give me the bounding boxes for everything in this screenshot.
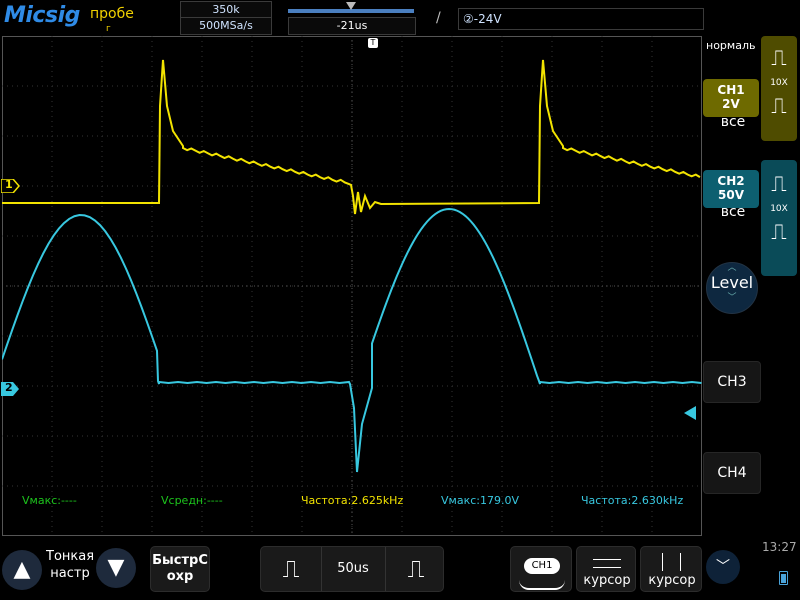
- pulse-narrow-icon: ⎍: [771, 46, 787, 71]
- right-panel: нормаль CH1 2V все ⎍ 10X ⎍ CH2 50V все ⎍…: [684, 36, 800, 536]
- pulse-narrow-icon: ⎍: [771, 94, 787, 119]
- cursor-channel-button[interactable]: CH1: [510, 546, 572, 592]
- ch4-button[interactable]: CH4: [703, 452, 761, 494]
- ch1-probe-panel[interactable]: ⎍ 10X ⎍: [761, 36, 797, 141]
- cursor-vline-icon: [680, 553, 681, 571]
- ch1-vmax-measure: Vмакс:----: [22, 494, 77, 507]
- ch1-waveform: [2, 59, 701, 215]
- ch2-trigger-level-marker[interactable]: [684, 406, 696, 420]
- waveform-display[interactable]: 1 2 T Vмакс:---- Vсредн:---- Частота:2.6…: [0, 36, 702, 536]
- position-marker-icon: [346, 2, 356, 10]
- quick-save-line2: охр: [166, 569, 194, 584]
- ch2-scale: 50V: [718, 188, 744, 202]
- quick-save-line1: БыстрС: [152, 553, 208, 568]
- ch1-coupling[interactable]: все: [705, 114, 761, 130]
- level-knob[interactable]: ︿ Level ﹀: [706, 262, 758, 314]
- ch1-scale-button[interactable]: CH1 2V: [703, 79, 759, 117]
- ch1-name: CH1: [717, 83, 745, 97]
- top-bar: Micsig пробе г 350k 500MSa/s -21us / ②-2…: [0, 0, 800, 36]
- ch1-marker-label: 1: [5, 178, 13, 191]
- mode-label-2: г: [106, 24, 111, 34]
- clock: 13:27: [762, 540, 797, 554]
- ch1-scale: 2V: [722, 97, 740, 111]
- fine-adjust-label[interactable]: Тонкая настр: [46, 548, 94, 600]
- mode-label[interactable]: пробе: [90, 6, 134, 22]
- ch2-probe: 10X: [770, 204, 788, 214]
- ch2-name: CH2: [717, 174, 745, 188]
- grid-lines: [2, 36, 702, 536]
- arrow-down-icon[interactable]: ▼: [96, 548, 136, 588]
- level-label: Level: [710, 273, 754, 292]
- chevron-down-icon[interactable]: ﹀: [706, 550, 740, 584]
- cursor-horizontal-button[interactable]: курсор: [576, 546, 636, 592]
- trigger-mode[interactable]: нормаль: [706, 39, 755, 52]
- ch2-vmax-measure: Vмакс:179.0V: [441, 494, 519, 507]
- cursor-ch-indicator: [519, 580, 565, 590]
- ch2-coupling[interactable]: все: [705, 204, 761, 220]
- cursor-channel-badge: CH1: [524, 558, 560, 574]
- time-position[interactable]: -21us: [288, 17, 416, 35]
- ch2-freq-measure: Частота:2.630kHz: [581, 494, 684, 507]
- cursor-vertical-button[interactable]: курсор: [640, 546, 702, 592]
- ch1-marker[interactable]: 1: [0, 178, 21, 194]
- cursor-hline-icon: [593, 559, 621, 560]
- timebase-value[interactable]: 50us: [321, 547, 385, 591]
- ch2-probe-panel[interactable]: ⎍ 10X ⎍: [761, 160, 797, 276]
- ch2-marker[interactable]: 2: [1, 381, 21, 396]
- trigger-marker-icon[interactable]: T: [368, 38, 378, 48]
- trigger-level[interactable]: ②-24V: [458, 8, 704, 30]
- cursor-vline-icon: [662, 553, 663, 571]
- chevron-up-icon: ︿: [727, 263, 737, 273]
- pulse-narrow-icon[interactable]: ⎍: [261, 547, 322, 591]
- cursor-hline-icon: [593, 567, 621, 568]
- pulse-narrow-icon: ⎍: [771, 172, 787, 197]
- pulse-narrow-icon: ⎍: [771, 220, 787, 245]
- sample-rate[interactable]: 500MSa/s: [180, 17, 272, 35]
- cursor-horizontal-label: курсор: [583, 573, 631, 588]
- brand-logo: Micsig: [4, 3, 80, 28]
- ch1-probe: 10X: [770, 78, 788, 88]
- trigger-slope-icon[interactable]: /: [436, 10, 441, 26]
- ch3-button[interactable]: CH3: [703, 361, 761, 403]
- waveform-svg: [2, 36, 702, 536]
- timebase-control[interactable]: ⎍ 50us ⎍: [260, 546, 444, 592]
- arrow-up-icon[interactable]: ▲: [2, 550, 42, 590]
- cursor-vertical-label: курсор: [648, 573, 696, 588]
- pulse-wide-icon[interactable]: ⎍: [385, 547, 446, 591]
- battery-icon: [779, 571, 788, 585]
- memory-depth[interactable]: 350k: [180, 1, 272, 18]
- ch2-marker-label: 2: [5, 381, 13, 394]
- chevron-down-icon: ﹀: [727, 293, 737, 303]
- ch2-scale-button[interactable]: CH2 50V: [703, 170, 759, 208]
- quick-save-button[interactable]: БыстрС охр: [150, 546, 210, 592]
- bottom-bar: ▲ Тонкая настр ▼ БыстрС охр ⎍ 50us ⎍ CH1…: [0, 540, 800, 600]
- ch1-freq-measure: Частота:2.625kHz: [301, 494, 404, 507]
- ch1-vavg-measure: Vсредн:----: [161, 494, 223, 507]
